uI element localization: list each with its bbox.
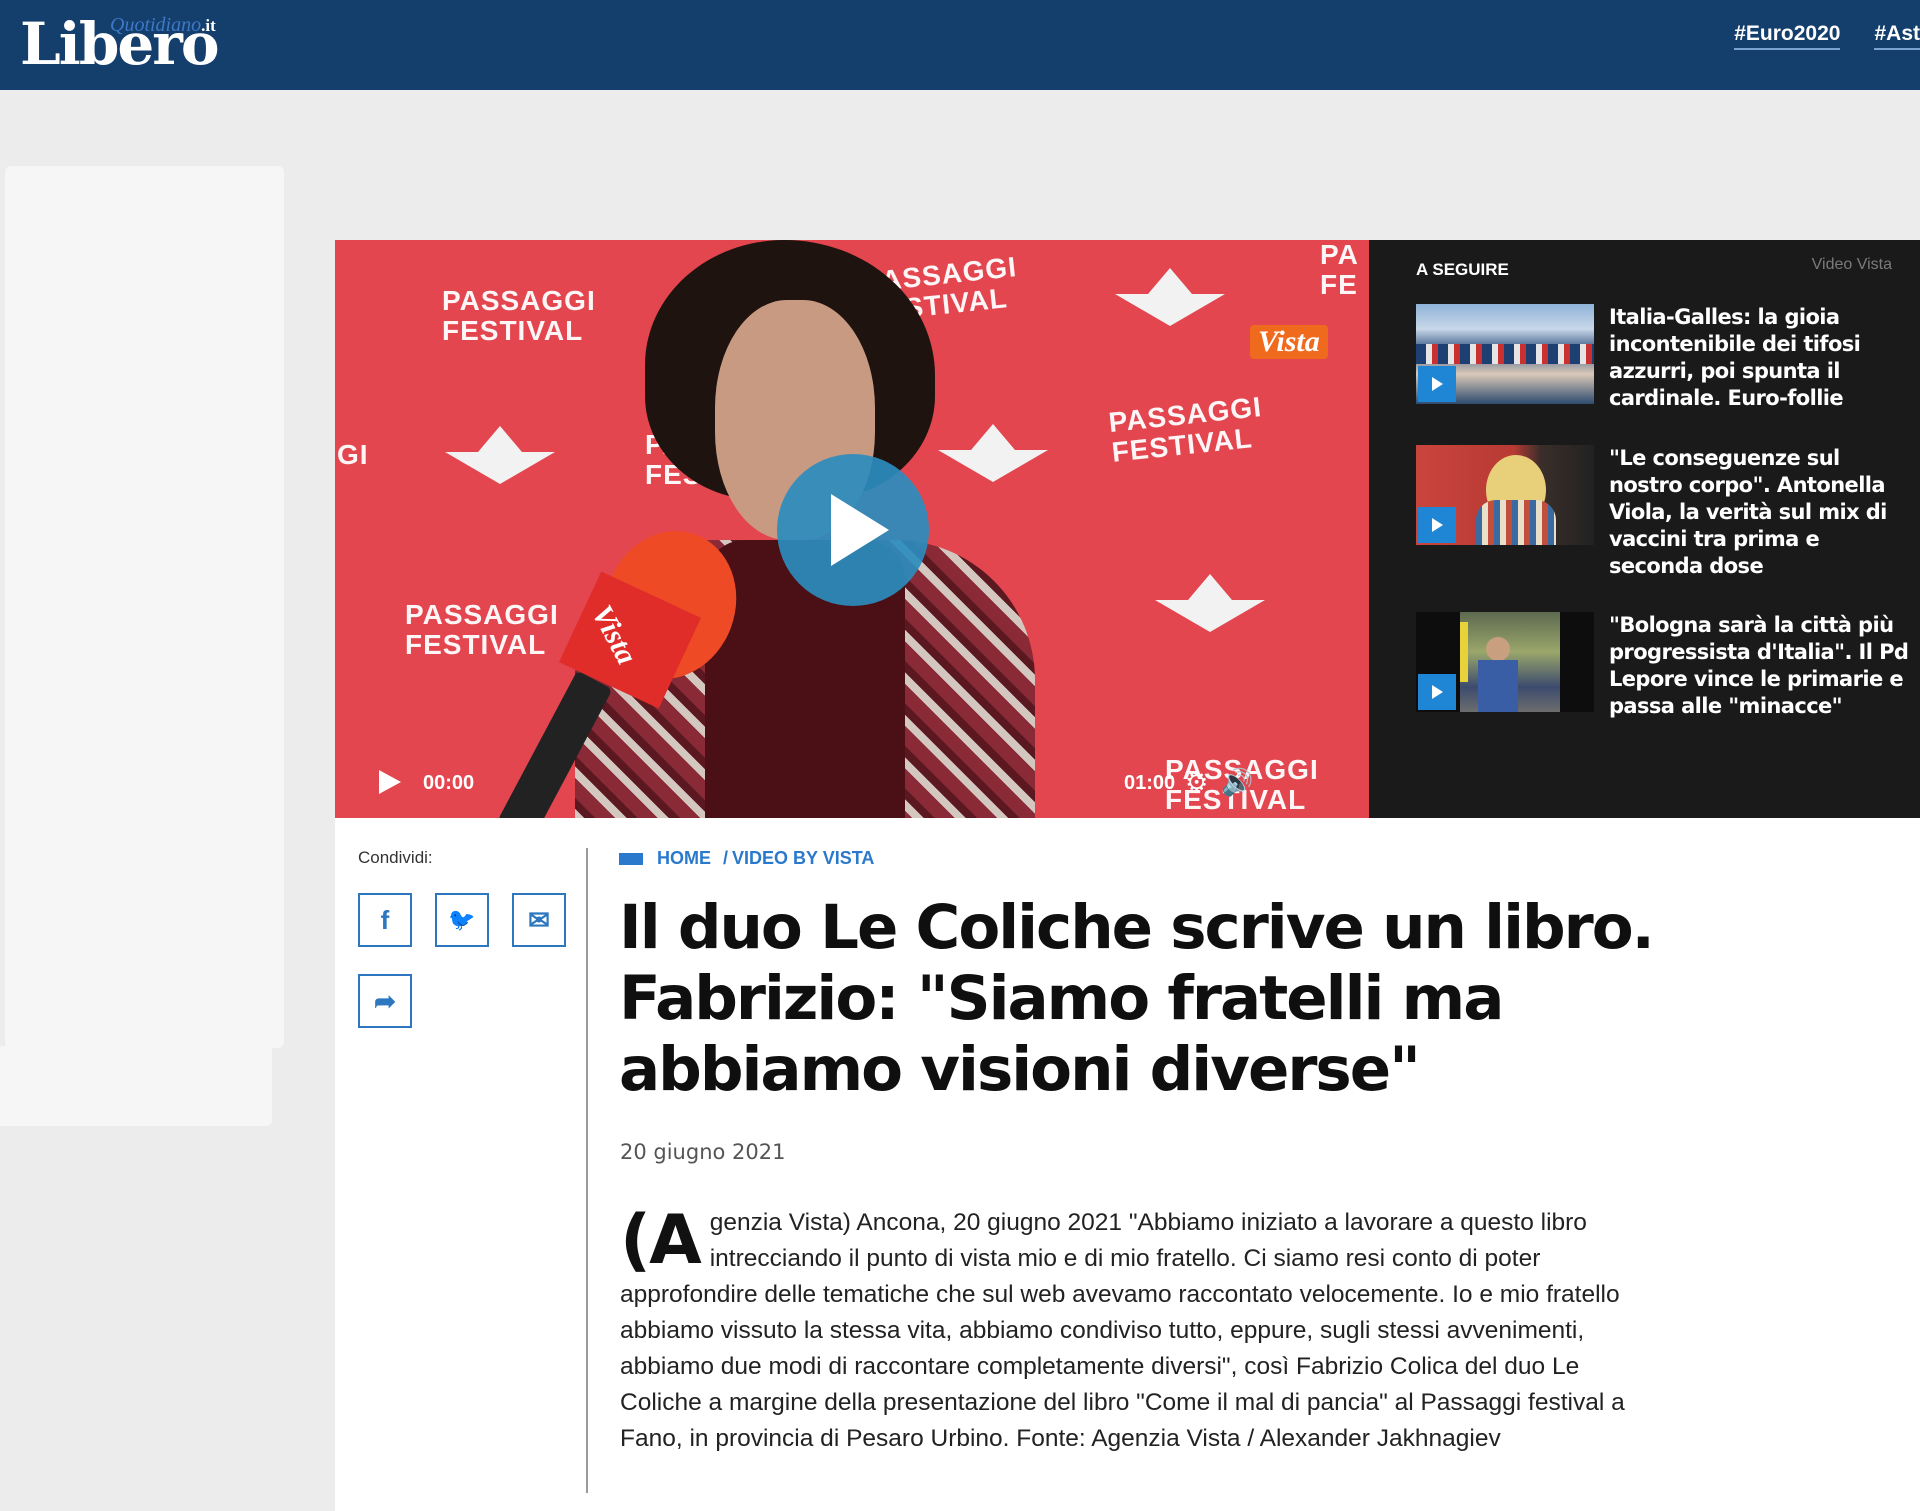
- tag-astri[interactable]: #Ast: [1874, 22, 1920, 50]
- video-controls: 00:00 01:00 ⚙ 🔊: [335, 748, 1369, 818]
- share-label: Condividi:: [358, 848, 433, 867]
- page-title: Il duo Le Coliche scrive un libro. Fabri…: [619, 892, 1655, 1105]
- play-icon: [831, 494, 889, 566]
- column-divider: [586, 848, 588, 1493]
- breadcrumb-home[interactable]: HOME: [657, 848, 711, 869]
- breadcrumb-flag-icon: [619, 852, 643, 865]
- email-icon: ✉: [528, 904, 550, 935]
- article-date: 20 giugno 2021: [620, 1140, 786, 1164]
- video-player[interactable]: PASSAGGI FESTIVAL PASSAGGI FESTIVAL PASS…: [335, 240, 1369, 818]
- backdrop-text: PASSAGGI FESTIVAL: [405, 599, 559, 660]
- total-time: 01:00: [1124, 772, 1176, 794]
- video-thumbnail[interactable]: [1416, 612, 1594, 712]
- vista-logo: Vista: [1250, 325, 1328, 359]
- article-text: genzia Vista) Ancona, 20 giugno 2021 "Ab…: [620, 1209, 1625, 1452]
- gear-icon[interactable]: ⚙: [1185, 768, 1208, 798]
- video-thumbnail[interactable]: [1416, 445, 1594, 545]
- up-next-item-title[interactable]: Italia-Galles: la gioia incontenibile de…: [1609, 304, 1914, 412]
- backdrop-text: GI: [337, 439, 369, 470]
- top-header: Libero Quotidiano.it #Euro2020 #Ast: [0, 0, 1920, 90]
- video-thumbnail[interactable]: [1416, 304, 1594, 404]
- up-next-source: Video Vista: [1811, 256, 1892, 273]
- backdrop-text: PASSAGGI FESTIVAL: [442, 285, 596, 346]
- backdrop-text: PASSAGGI FESTIVAL: [1107, 391, 1264, 468]
- backdrop-text: PA FE: [1320, 240, 1359, 300]
- paper-boat-icon: [938, 424, 1048, 482]
- paper-boat-icon: [445, 426, 555, 484]
- up-next-item-title[interactable]: "Bologna sarà la città più progressista …: [1609, 612, 1914, 720]
- twitter-icon: 🐦: [448, 907, 476, 932]
- ad-panel-left: [5, 166, 284, 1048]
- email-share-button[interactable]: ✉: [512, 893, 566, 947]
- dropcap: (A: [620, 1201, 702, 1280]
- play-icon[interactable]: [1418, 507, 1456, 543]
- volume-icon[interactable]: 🔊: [1221, 768, 1253, 798]
- up-next-item-title[interactable]: "Le conseguenze sul nostro corpo". Anton…: [1609, 445, 1914, 580]
- tag-euro2020[interactable]: #Euro2020: [1734, 22, 1841, 50]
- logo-subtitle: Quotidiano.it: [110, 14, 216, 36]
- ad-panel-left-bottom: [0, 1046, 272, 1126]
- twitter-share-button[interactable]: 🐦: [435, 893, 489, 947]
- breadcrumb-video-by-vista[interactable]: VIDEO BY VISTA: [732, 848, 874, 869]
- facebook-share-button[interactable]: f: [358, 893, 412, 947]
- share-arrow-icon: ➦: [374, 985, 396, 1016]
- up-next-title: A SEGUIRE: [1416, 260, 1509, 279]
- play-button[interactable]: [777, 454, 929, 606]
- trending-tags: #Euro2020 #Ast: [1734, 22, 1920, 50]
- breadcrumb: HOME / VIDEO BY VISTA: [619, 848, 874, 869]
- facebook-icon: f: [380, 904, 390, 935]
- current-time: 00:00: [423, 772, 475, 794]
- share-button[interactable]: ➦: [358, 974, 412, 1028]
- paper-boat-icon: [1155, 574, 1265, 632]
- play-icon[interactable]: [1418, 366, 1456, 402]
- up-next-panel: A SEGUIRE Video Vista Italia-Galles: la …: [1369, 240, 1920, 818]
- play-icon[interactable]: [1418, 674, 1456, 710]
- play-icon[interactable]: [379, 770, 401, 794]
- article-body: (A genzia Vista) Ancona, 20 giugno 2021 "…: [620, 1205, 1650, 1457]
- breadcrumb-separator: /: [723, 848, 729, 868]
- site-logo[interactable]: Libero Quotidiano.it: [20, 8, 250, 78]
- paper-boat-icon: [1115, 268, 1225, 326]
